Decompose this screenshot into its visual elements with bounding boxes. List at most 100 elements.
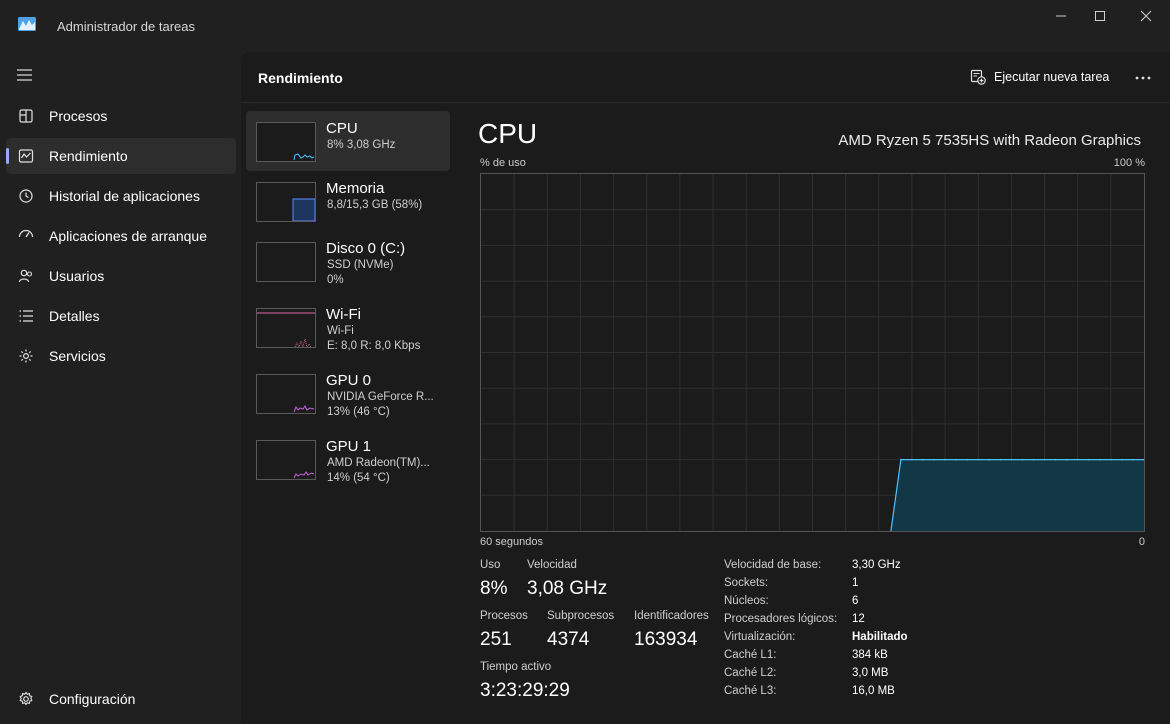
processes-icon [19,109,33,123]
cpu-usage-point [1076,458,1079,461]
cpu-usage-point [1121,458,1123,461]
device-item-wifi[interactable]: Wi-Fi Wi-Fi E: 8,0 R: 8,0 Kbps [246,297,450,357]
wifi-thumbnail-graph [256,308,316,348]
spec-label: Núcleos: [724,595,769,607]
device-name: Wi-Fi [326,306,361,323]
device-item-disk[interactable]: Disco 0 (C:) SSD (NVMe) 0% [246,231,450,291]
spec-value: 384 kB [852,649,888,661]
processes-value: 251 [480,629,512,650]
usage-label: Uso [480,559,501,571]
nav-item-label: Aplicaciones de arranque [49,228,207,244]
speed-value: 3,08 GHz [527,578,608,599]
cpu-usage-point [900,458,902,461]
spec-value: 12 [852,613,865,625]
more-options-button[interactable] [1131,68,1155,88]
y-axis-max-label: 100 % [1113,157,1145,169]
device-detail: 0% [327,274,344,286]
cpu-usage-point [1065,458,1068,461]
spec-value: 16,0 MB [852,685,895,697]
settings-label: Configuración [49,691,136,707]
nav-item-settings[interactable]: Configuración [6,681,236,717]
spec-value: 3,0 MB [852,667,889,679]
spec-label: Caché L1: [724,649,777,661]
device-name: CPU [326,120,358,137]
handles-label: Identificadores [634,610,709,622]
usage-value: 8% [480,578,508,599]
y-axis-label: % de uso [480,157,526,169]
cpu-usage-graph [480,173,1145,532]
cpu-usage-point [1043,458,1046,461]
cpu-usage-point [977,458,980,461]
cpu-thumbnail-graph [256,122,316,162]
spec-label: Caché L3: [724,685,777,697]
spec-label: Velocidad de base: [724,559,822,571]
cpu-usage-point [966,458,968,461]
spec-label: Virtualización: [724,631,796,643]
cpu-usage-point [1110,458,1112,461]
device-detail: 14% (54 °C) [327,472,390,484]
cpu-usage-point [1010,458,1013,461]
cpu-usage-point [944,458,946,461]
close-icon [1140,10,1152,22]
task-manager-app-icon [18,17,36,31]
spec-value: 3,30 GHz [852,559,901,571]
page-header: Rendimiento Ejecutar nueva tarea [241,52,1170,103]
nav-item-label: Detalles [49,308,100,324]
services-icon [19,349,33,363]
device-name: Memoria [326,180,385,197]
nav-item-label: Procesos [49,108,108,124]
close-button[interactable] [1123,0,1169,32]
page-title: Rendimiento [258,70,343,86]
performance-icon [18,149,34,163]
hamburger-menu-icon[interactable] [16,68,34,82]
cpu-usage-point [1132,458,1134,461]
handles-value: 163934 [634,629,698,650]
nav-item-details[interactable]: Detalles [6,298,236,334]
device-detail: SSD (NVMe) [327,259,394,271]
run-task-icon [970,69,986,85]
nav-item-services[interactable]: Servicios [6,338,236,374]
spec-label: Caché L2: [724,667,777,679]
disk-thumbnail-graph [256,242,316,282]
device-detail: AMD Radeon(TM)... [327,457,430,469]
uptime-label: Tiempo activo [480,661,552,673]
device-item-cpu[interactable]: CPU 8% 3,08 GHz [246,111,450,171]
nav-item-processes[interactable]: Procesos [6,98,236,134]
nav-item-label: Historial de aplicaciones [49,188,200,204]
cpu-usage-point [1021,458,1024,461]
spec-value: 1 [852,577,859,589]
device-item-gpu0[interactable]: GPU 0 NVIDIA GeForce R... 13% (46 °C) [246,363,450,423]
nav-item-label: Servicios [49,348,106,364]
maximize-button[interactable] [1077,0,1123,32]
cpu-usage-point [1099,458,1101,461]
device-item-gpu1[interactable]: GPU 1 AMD Radeon(TM)... 14% (54 °C) [246,429,450,489]
device-detail: 13% (46 °C) [327,406,390,418]
cpu-usage-point [955,458,957,461]
spec-value: 6 [852,595,859,607]
device-item-memory[interactable]: Memoria 8,8/15,3 GB (58%) [246,171,450,231]
spec-label: Sockets: [724,577,769,589]
cpu-model: AMD Ryzen 5 7535HS with Radeon Graphics [838,132,1141,149]
cpu-usage-chart [481,174,1144,531]
device-name: GPU 0 [326,372,372,389]
run-new-task-button[interactable]: Ejecutar nueva tarea [970,66,1109,88]
spec-label: Procesadores lógicos: [724,613,838,625]
history-icon [19,189,33,203]
device-detail: NVIDIA GeForce R... [327,391,434,403]
run-task-label: Ejecutar nueva tarea [994,70,1110,84]
nav-item-app-history[interactable]: Historial de aplicaciones [6,178,236,214]
details-icon [19,310,33,322]
device-detail: 8% 3,08 GHz [327,139,396,151]
title-bar: Administrador de tareas [0,0,1170,52]
cpu-usage-point [1032,458,1035,461]
nav-item-users[interactable]: Usuarios [6,258,236,294]
users-icon [18,269,33,283]
gear-icon [19,691,33,706]
device-name: Disco 0 (C:) [326,240,406,257]
nav-item-performance[interactable]: Rendimiento [6,138,236,174]
cpu-title: CPU [478,118,538,149]
window-title: Administrador de tareas [57,19,196,34]
cpu-usage-area [890,459,1144,531]
nav-item-startup-apps[interactable]: Aplicaciones de arranque [6,218,236,254]
processes-label: Procesos [480,610,528,622]
